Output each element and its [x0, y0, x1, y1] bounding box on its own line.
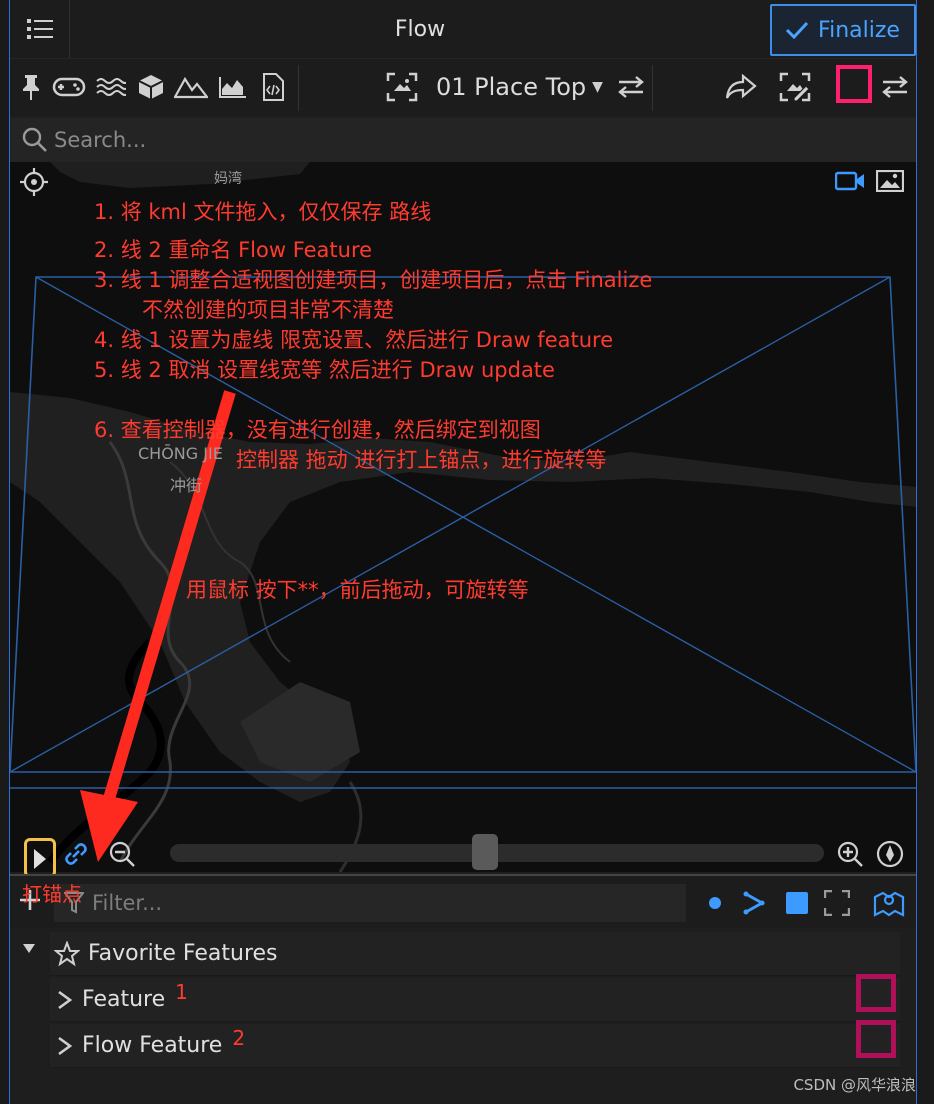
search-bar	[10, 118, 916, 162]
finalize-button[interactable]: Finalize	[770, 4, 916, 56]
feature-list: Favorite Features Feature 1 Flow Feature…	[10, 928, 916, 1104]
area-chart-icon[interactable]	[216, 67, 250, 107]
star-icon	[54, 940, 80, 966]
pin-icon[interactable]	[14, 67, 48, 107]
group-label: Favorite Features	[88, 941, 278, 966]
map-pin-icon[interactable]	[872, 886, 906, 920]
panel-header: Flow Finalize	[10, 0, 916, 58]
annotation-step5: 5. 线 2 取消 设置线宽等 然后进行 Draw update	[94, 358, 555, 382]
collapse-icon[interactable]	[22, 940, 42, 960]
annotation-step6: 6. 查看控制器，没有进行创建，然后绑定到视图	[94, 418, 541, 442]
edit-image-icon[interactable]	[778, 67, 812, 107]
annotation-step1: 1. 将 kml 文件拖入，仅仅保存 路线	[94, 200, 432, 224]
compass-icon[interactable]	[876, 840, 906, 870]
map-label-district-cn: 冲街	[170, 476, 203, 495]
annotation-step3b: 不然创建的项目非常不清楚	[142, 298, 394, 322]
feature-label: Feature	[82, 987, 166, 1012]
highlight-box[interactable]	[836, 65, 872, 103]
map-label-top: 妈湾	[214, 171, 242, 187]
annotation-step6b: 控制器 拖动 进行打上锚点，进行旋转等	[236, 448, 607, 472]
list-icon	[26, 19, 53, 39]
point-icon[interactable]	[698, 886, 732, 920]
swap-icon[interactable]	[614, 67, 648, 107]
cube-icon[interactable]	[134, 67, 168, 107]
feature-label: Flow Feature	[82, 1033, 223, 1058]
link-icon[interactable]	[62, 840, 92, 870]
place-selector[interactable]: 01 Place Top ▼	[436, 67, 603, 107]
mountain-icon[interactable]	[174, 67, 208, 107]
chevron-right-icon	[58, 990, 73, 1009]
annotation-mouse-hint: 用鼠标 按下**，前后拖动，可旋转等	[186, 578, 529, 602]
anchor-button[interactable]	[24, 838, 56, 878]
feature-item-2[interactable]: Flow Feature 2	[50, 1024, 900, 1068]
feature-1-marker[interactable]	[856, 974, 896, 1012]
share-icon[interactable]	[724, 67, 758, 107]
code-file-icon[interactable]	[256, 67, 290, 107]
panel-title: Flow	[394, 16, 446, 42]
flow-panel: Flow Finalize 01 Place Top ▼ Search... 妈…	[9, 0, 917, 1104]
favorite-features-group[interactable]: Favorite Features	[50, 932, 900, 976]
image-icon[interactable]	[874, 166, 906, 196]
caret-down-icon: ▼	[592, 79, 603, 95]
timeline-bar	[10, 830, 916, 878]
feature-item-1[interactable]: Feature 1	[50, 978, 900, 1022]
water-icon[interactable]	[94, 67, 128, 107]
zoom-out-icon[interactable]	[108, 840, 138, 870]
annotation-step3: 3. 线 1 调整合适视图创建项目，创建项目后，点击 Finalize	[94, 268, 653, 292]
check-icon	[786, 21, 809, 39]
feature-note: 2	[232, 1025, 246, 1050]
feature-2-marker[interactable]	[856, 1020, 896, 1058]
chevron-right-icon	[58, 1036, 73, 1055]
place-camera-icon[interactable]	[382, 67, 422, 107]
video-camera-icon[interactable]	[834, 166, 866, 196]
place-name: 01 Place Top	[436, 73, 587, 101]
watermark: CSDN @风华浪浪	[793, 1076, 916, 1094]
frame-icon[interactable]	[820, 886, 854, 920]
play-icon	[34, 849, 46, 869]
timeline-slider-thumb[interactable]	[472, 834, 498, 870]
filter-input[interactable]	[92, 888, 672, 918]
search-icon	[22, 127, 47, 152]
menu-button[interactable]	[10, 0, 70, 58]
map-view[interactable]: 妈湾 CHŌNG JIE 冲街 1. 将 kml 文件拖入，仅仅保存 路线 2.…	[10, 162, 916, 872]
filter-field	[54, 884, 686, 922]
zoom-in-icon[interactable]	[836, 840, 866, 870]
annotation-step4: 4. 线 1 设置为虚线 限宽设置、然后进行 Draw feature	[94, 328, 614, 352]
swap-icon[interactable]	[878, 67, 912, 107]
filter-bar	[10, 874, 916, 928]
polygon-icon[interactable]	[780, 886, 814, 920]
toolbar: 01 Place Top ▼	[10, 58, 916, 116]
gamepad-icon[interactable]	[52, 67, 86, 107]
finalize-label: Finalize	[818, 17, 900, 43]
search-input[interactable]	[54, 124, 654, 156]
feature-note: 1	[175, 979, 188, 1004]
locate-icon[interactable]	[20, 168, 50, 198]
annotation-step2: 2. 线 2 重命名 Flow Feature	[94, 238, 373, 262]
line-icon[interactable]	[738, 886, 772, 920]
annotation-anchor: 打锚点	[22, 882, 82, 906]
map-label-district-en: CHŌNG JIE	[138, 444, 223, 463]
